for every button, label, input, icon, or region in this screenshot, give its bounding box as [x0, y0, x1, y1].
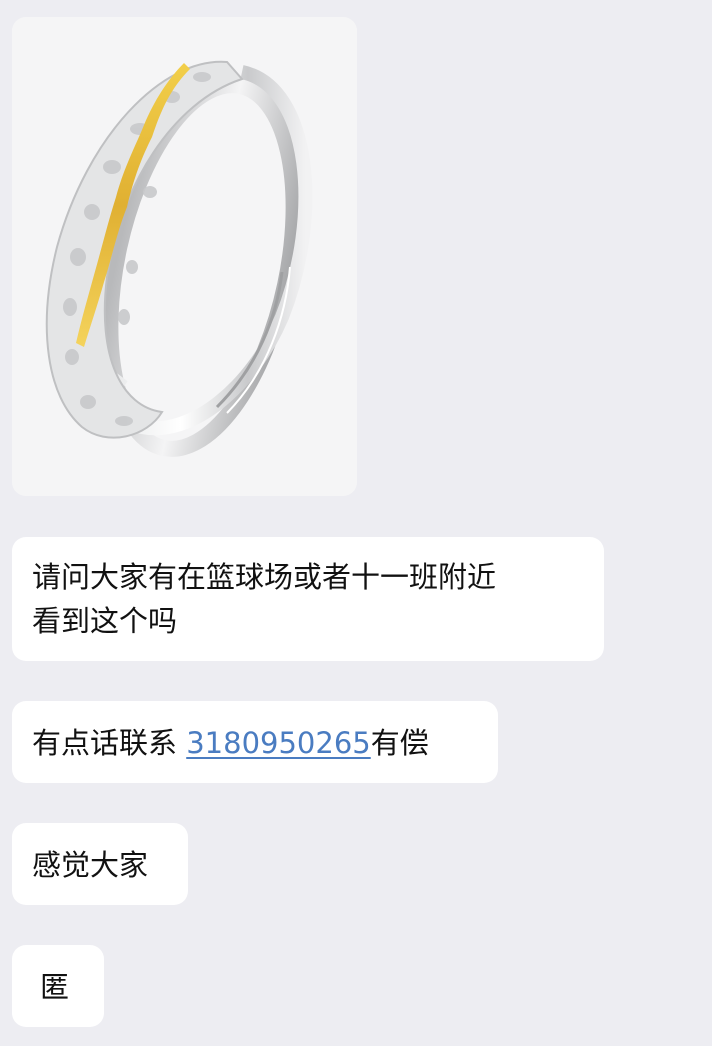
- message-text: 匿: [40, 970, 70, 1004]
- text-message-bubble[interactable]: 感觉大家: [12, 823, 188, 905]
- text-message-bubble[interactable]: 请问大家有在篮球场或者十一班附近 看到这个吗: [12, 537, 604, 661]
- message-text: 看到这个吗: [32, 604, 178, 638]
- message-text: 有点话联系: [32, 726, 187, 760]
- message-text: 请问大家有在篮球场或者十一班附近: [32, 560, 497, 594]
- text-message-bubble[interactable]: 匿: [12, 945, 104, 1027]
- message-text: 有偿: [370, 726, 429, 760]
- text-message-bubble[interactable]: 有点话联系 3180950265有偿: [12, 701, 498, 783]
- ring-image[interactable]: [12, 17, 357, 496]
- message-text: 感觉大家: [32, 848, 149, 882]
- phone-number-link[interactable]: 3180950265: [186, 726, 371, 760]
- image-message-bubble[interactable]: [12, 17, 357, 496]
